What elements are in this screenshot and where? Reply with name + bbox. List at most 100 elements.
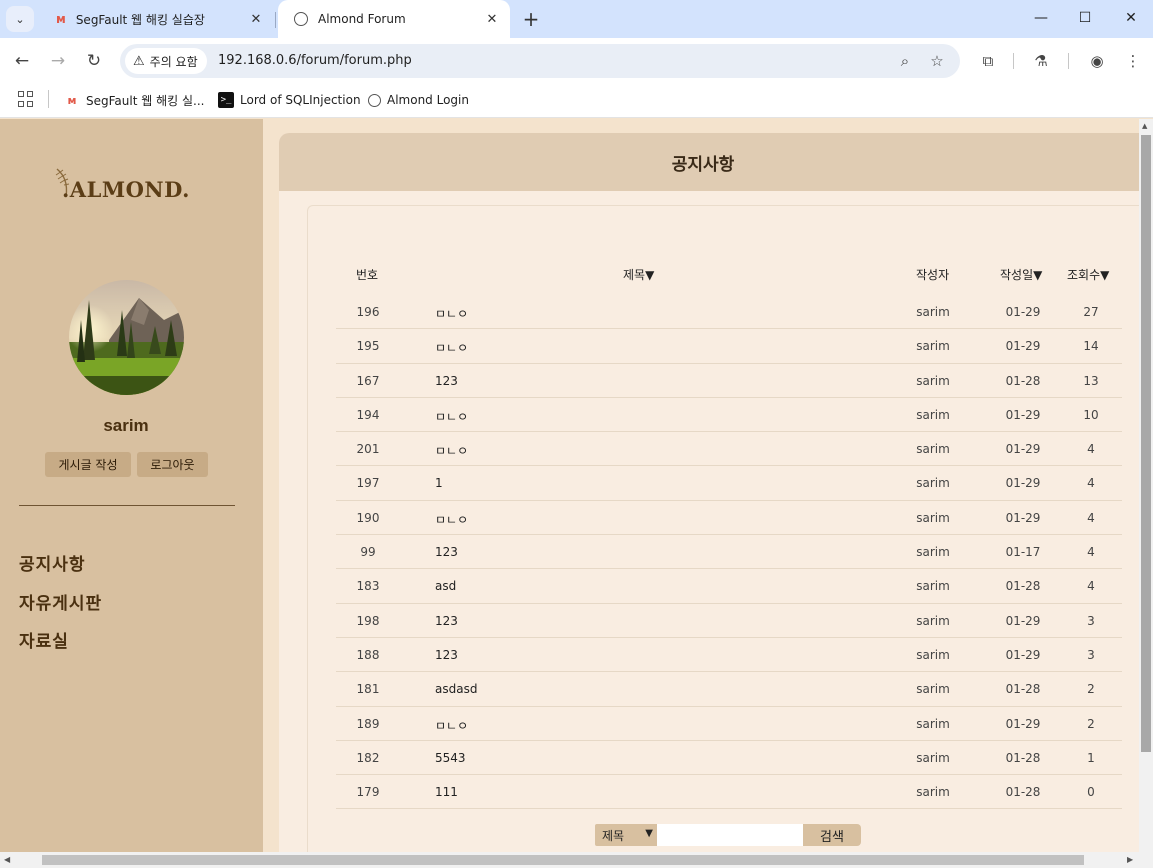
page-title: 공지사항 bbox=[671, 154, 735, 175]
search-field-select[interactable]: 제목 ▼ bbox=[595, 824, 657, 846]
post-title-link[interactable]: ㅁㄴㅇ bbox=[435, 717, 468, 734]
post-author-cell: sarim bbox=[916, 407, 950, 422]
post-author-cell: sarim bbox=[916, 750, 950, 765]
post-title-link[interactable]: ㅁㄴㅇ bbox=[435, 442, 468, 459]
table-row[interactable]: 181 asdasd sarim 01-28 2 bbox=[336, 672, 1122, 707]
scroll-right-icon[interactable]: ▶ bbox=[1127, 855, 1133, 864]
post-date-cell: 01-29 bbox=[1005, 510, 1041, 525]
plus-icon: + bbox=[522, 7, 540, 31]
vertical-scrollbar[interactable]: ▲ bbox=[1139, 119, 1153, 852]
back-button[interactable]: ← bbox=[8, 47, 36, 75]
warning-icon: ⚠ bbox=[133, 53, 145, 69]
search-button[interactable]: 검색 bbox=[803, 824, 861, 846]
apps-grid-icon[interactable] bbox=[18, 91, 34, 107]
horizontal-scrollbar-thumb[interactable] bbox=[42, 855, 1084, 865]
post-views-cell: 10 bbox=[1083, 407, 1099, 422]
table-row[interactable]: 167 123 sarim 01-28 13 bbox=[336, 364, 1122, 398]
table-row[interactable]: 188 123 sarim 01-29 3 bbox=[336, 638, 1122, 673]
close-icon[interactable]: ✕ bbox=[248, 11, 264, 27]
chevron-down-icon: ⌄ bbox=[15, 12, 25, 26]
column-header-date[interactable]: 작성일▼ bbox=[1000, 266, 1042, 283]
column-header-author: 작성자 bbox=[916, 268, 950, 282]
logout-button[interactable]: 로그아웃 bbox=[137, 452, 208, 477]
post-title-link[interactable]: 123 bbox=[435, 374, 458, 388]
bookmark-segfault[interactable]: ᴍ SegFault 웹 해킹 실... bbox=[64, 90, 205, 110]
sidebar-item-free-board[interactable]: 자유게시판 bbox=[19, 589, 102, 614]
bookmarks-bar: ᴍ SegFault 웹 해킹 실... >_ Lord of SQLInjec… bbox=[0, 84, 1153, 118]
post-title-link[interactable]: ㅁㄴㅇ bbox=[435, 408, 468, 425]
forward-button[interactable]: → bbox=[44, 47, 72, 75]
post-number-cell: 179 bbox=[356, 785, 380, 800]
minimize-button[interactable]: — bbox=[1019, 0, 1063, 36]
scroll-left-icon[interactable]: ◀ bbox=[4, 855, 10, 864]
column-header-title[interactable]: 제목▼ bbox=[623, 266, 654, 283]
tab-almond-forum[interactable]: Almond Forum ✕ bbox=[278, 0, 510, 38]
table-row[interactable]: 183 asd sarim 01-28 4 bbox=[336, 569, 1122, 604]
post-title-link[interactable]: ㅁㄴㅇ bbox=[435, 305, 468, 322]
arrow-left-icon: ← bbox=[14, 51, 30, 71]
bookmark-lord-of-sqlinjection[interactable]: >_ Lord of SQLInjection bbox=[218, 90, 361, 110]
post-title-link[interactable]: 123 bbox=[435, 545, 458, 559]
table-row[interactable]: 198 123 sarim 01-29 3 bbox=[336, 604, 1122, 638]
star-icon[interactable]: ☆ bbox=[926, 51, 948, 71]
security-warning-chip[interactable]: ⚠ 주의 요함 bbox=[125, 48, 207, 74]
post-title-link[interactable]: ㅁㄴㅇ bbox=[435, 339, 468, 356]
search-input[interactable] bbox=[657, 824, 803, 846]
new-tab-button[interactable]: + bbox=[518, 6, 544, 32]
table-row[interactable]: 179 111 sarim 01-28 0 bbox=[336, 775, 1122, 810]
close-window-button[interactable]: ✕ bbox=[1109, 0, 1153, 36]
table-row[interactable]: 189 ㅁㄴㅇ sarim 01-29 2 bbox=[336, 707, 1122, 741]
post-title-link[interactable]: 123 bbox=[435, 614, 458, 628]
post-title-link[interactable]: 5543 bbox=[435, 751, 466, 765]
bookmark-almond-login[interactable]: Almond Login bbox=[368, 90, 469, 110]
post-number-cell: 198 bbox=[356, 613, 380, 628]
extensions-icon[interactable]: ⧉ bbox=[974, 47, 1002, 75]
sidebar-item-notice[interactable]: 공지사항 bbox=[19, 550, 86, 575]
zoom-icon[interactable]: ⌕ bbox=[894, 51, 916, 71]
post-date-cell: 01-29 bbox=[1005, 339, 1041, 354]
table-row[interactable]: 190 ㅁㄴㅇ sarim 01-29 4 bbox=[336, 501, 1122, 536]
post-date-cell: 01-29 bbox=[1005, 442, 1041, 457]
post-author-cell: sarim bbox=[916, 545, 950, 560]
table-row[interactable]: 201 ㅁㄴㅇ sarim 01-29 4 bbox=[336, 432, 1122, 467]
table-row[interactable]: 197 1 sarim 01-29 4 bbox=[336, 466, 1122, 501]
tab-segfault[interactable]: ᴍ SegFault 웹 해킹 실습장 ✕ bbox=[40, 0, 274, 38]
globe-icon bbox=[368, 93, 381, 107]
post-date-cell: 01-28 bbox=[1005, 750, 1041, 765]
more-menu-icon[interactable]: ⋮ bbox=[1119, 47, 1147, 75]
flask-icon[interactable]: ⚗ bbox=[1027, 47, 1055, 75]
table-row[interactable]: 196 ㅁㄴㅇ sarim 01-29 27 bbox=[336, 295, 1122, 330]
table-row[interactable]: 99 123 sarim 01-17 4 bbox=[336, 535, 1122, 570]
horizontal-scrollbar[interactable]: ◀ ▶ bbox=[0, 852, 1153, 868]
url-text[interactable]: 192.168.0.6/forum/forum.php bbox=[218, 53, 412, 68]
profile-icon[interactable]: ◉ bbox=[1083, 47, 1111, 75]
sidebar-item-archive[interactable]: 자료실 bbox=[19, 627, 69, 652]
maximize-button[interactable]: ☐ bbox=[1063, 0, 1107, 36]
board-table-body: 196 ㅁㄴㅇ sarim 01-29 27 195 ㅁㄴㅇ sarim 01-29 14 167 1… bbox=[336, 295, 1122, 810]
post-title-link[interactable]: 111 bbox=[435, 785, 458, 799]
scroll-up-icon[interactable]: ▲ bbox=[1142, 122, 1147, 130]
column-header-views[interactable]: 조회수▼ bbox=[1067, 266, 1109, 283]
post-title-link[interactable]: 1 bbox=[435, 476, 443, 490]
board-header: 공지사항 bbox=[279, 133, 1153, 191]
browser-toolbar: ← → ↻ ⚠ 주의 요함 192.168.0.6/forum/forum.ph… bbox=[0, 38, 1153, 84]
post-author-cell: sarim bbox=[916, 339, 950, 354]
post-date-cell: 01-29 bbox=[1005, 716, 1041, 731]
post-title-link[interactable]: ㅁㄴㅇ bbox=[435, 511, 468, 528]
table-row[interactable]: 194 ㅁㄴㅇ sarim 01-29 10 bbox=[336, 398, 1122, 433]
post-title-link[interactable]: asd bbox=[435, 579, 456, 593]
write-post-button[interactable]: 게시글 작성 bbox=[45, 452, 131, 477]
table-row[interactable]: 182 5543 sarim 01-28 1 bbox=[336, 741, 1122, 776]
reload-button[interactable]: ↻ bbox=[80, 47, 108, 75]
almond-logo[interactable]: .ALMOND. bbox=[54, 167, 194, 207]
post-title-link[interactable]: asdasd bbox=[435, 682, 477, 696]
table-row[interactable]: 195 ㅁㄴㅇ sarim 01-29 14 bbox=[336, 329, 1122, 364]
chevron-down-icon: ▼ bbox=[645, 828, 653, 839]
segfault-favicon-icon: ᴍ bbox=[67, 93, 77, 107]
address-bar[interactable]: ⚠ 주의 요함 192.168.0.6/forum/forum.php ⌕ ☆ bbox=[120, 44, 960, 78]
close-icon[interactable]: ✕ bbox=[484, 11, 500, 27]
tab-search-button[interactable]: ⌄ bbox=[6, 6, 34, 32]
post-title-link[interactable]: 123 bbox=[435, 648, 458, 662]
post-number-cell: 189 bbox=[356, 716, 380, 731]
vertical-scrollbar-thumb[interactable] bbox=[1141, 135, 1151, 752]
